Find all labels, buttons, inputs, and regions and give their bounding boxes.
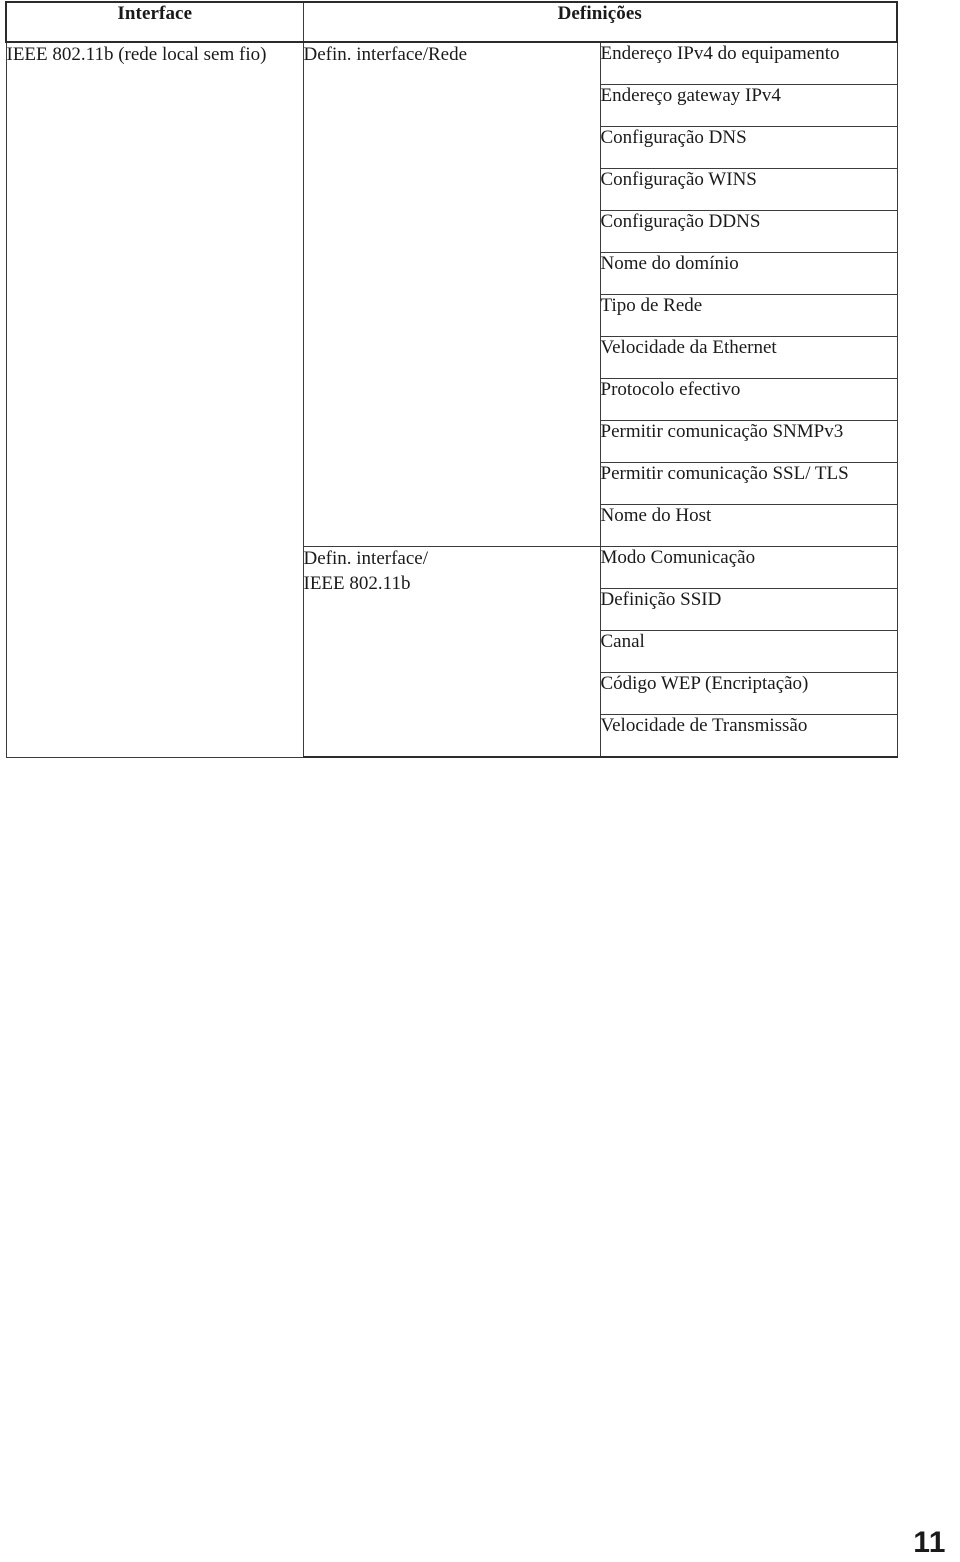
document-page: Interface Definições IEEE 802.11b (rede … — [0, 0, 960, 1562]
interface-name-cell: IEEE 802.11b (rede local sem fio) — [5, 41, 304, 758]
setting-item: Código WEP (Encriptação) — [599, 672, 898, 715]
setting-item: Endereço gateway IPv4 — [599, 84, 898, 127]
setting-item: Configuração DNS — [599, 126, 898, 169]
settings-group-ieee80211b-label-line-2: IEEE 802.11b — [303, 572, 411, 594]
page-number: 11 — [913, 1526, 946, 1559]
setting-item: Configuração WINS — [599, 168, 898, 211]
setting-item: Protocolo efectivo — [599, 378, 898, 421]
table-row: IEEE 802.11b (rede local sem fio) Defin.… — [5, 41, 898, 758]
interface-settings-table: Interface Definições IEEE 802.11b (rede … — [5, 1, 898, 758]
setting-item: Velocidade da Ethernet — [599, 336, 898, 379]
column-header-interface: Interface — [5, 1, 304, 43]
setting-item: Tipo de Rede — [599, 294, 898, 337]
setting-item: Configuração DDNS — [599, 210, 898, 253]
setting-item: Velocidade de Transmissão — [599, 714, 898, 758]
settings-group-network: Defin. interface/Rede — [302, 41, 601, 547]
table-body: Interface Definições IEEE 802.11b (rede … — [5, 1, 898, 758]
setting-item: Permitir comunicação SSL/ TLS — [599, 462, 898, 505]
interface-name-line-2: sem fio) — [203, 44, 267, 65]
settings-group-ieee80211b: Defin. interface/ IEEE 802.11b — [302, 546, 601, 758]
setting-item: Modo Comunicação — [599, 546, 898, 589]
interface-name-line-1: IEEE 802.11b (rede local — [6, 44, 199, 65]
setting-item: Nome do Host — [599, 504, 898, 547]
settings-group-ieee80211b-label-line-1: Defin. interface/ — [303, 548, 428, 569]
setting-item: Endereço IPv4 do equipamento — [599, 41, 898, 85]
setting-item: Nome do domínio — [599, 252, 898, 295]
column-header-definitions: Definições — [302, 1, 898, 43]
table-header-row: Interface Definições — [5, 1, 898, 43]
settings-group-network-label: Defin. interface/Rede — [303, 44, 468, 65]
setting-item: Permitir comunicação SNMPv3 — [599, 420, 898, 463]
setting-item: Canal — [599, 630, 898, 673]
setting-item: Definição SSID — [599, 588, 898, 631]
